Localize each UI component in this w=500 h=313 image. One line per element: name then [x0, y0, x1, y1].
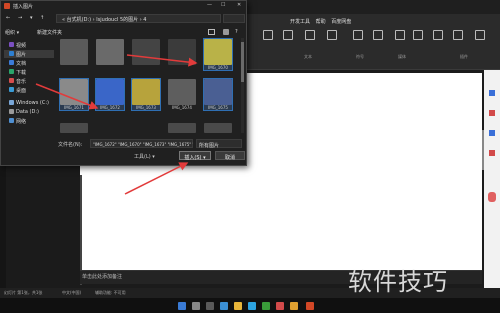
arrow-to-selected-image	[126, 54, 198, 67]
arrow-to-pictures-folder	[35, 83, 99, 110]
watermark: 软件技巧	[348, 268, 448, 296]
arrow-to-insert-button	[124, 162, 189, 195]
